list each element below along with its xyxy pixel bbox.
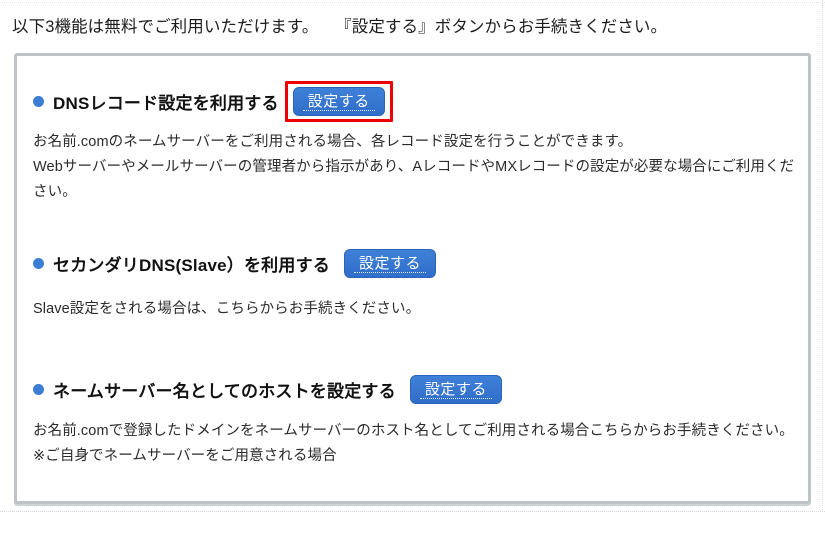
section-title: DNSレコード設定を利用する (53, 93, 279, 113)
dns-features-panel: DNSレコード設定を利用する 設定する お名前.comのネームサーバーをご利用さ… (14, 53, 811, 504)
section-description: Slave設定をされる場合は、こちらからお手続きください。 (33, 301, 421, 317)
section-description: お名前.comのネームサーバーをご利用される場合、各レコード設定を行うことができ… (33, 134, 795, 200)
dns-record-settings-button[interactable]: 設定する (292, 86, 385, 116)
bullet-circle-icon (33, 257, 44, 269)
secondary-dns-settings-button[interactable]: 設定する (343, 248, 436, 278)
section-description: お名前.comで登録したドメインをネームサーバーのホスト名としてご利用される場合… (33, 423, 794, 464)
bullet-circle-icon (33, 95, 44, 107)
settings-button-wrapper: 設定する (284, 80, 393, 122)
page-right-rule (822, 0, 823, 512)
bullet-circle-icon (33, 383, 44, 395)
section-header: セカンダリDNS(Slave）を利用する 設定する (17, 246, 808, 280)
section-header: ネームサーバー名としてのホストを設定する 設定する (17, 372, 808, 406)
page-bottom-rule (0, 511, 825, 512)
section-title: セカンダリDNS(Slave）を利用する (53, 255, 330, 275)
section-dns-record: DNSレコード設定を利用する 設定する お名前.comのネームサーバーをご利用さ… (17, 80, 808, 205)
intro-text: 以下3機能は無料でご利用いただけます。 『設定する』ボタンからお手続きください。 (12, 18, 668, 36)
page-top-rule (0, 2, 825, 3)
section-title: ネームサーバー名としてのホストを設定する (53, 381, 396, 401)
nameserver-host-settings-button[interactable]: 設定する (409, 374, 502, 404)
settings-button-wrapper: 設定する (343, 248, 436, 278)
section-secondary-dns: セカンダリDNS(Slave）を利用する 設定する Slave設定をされる場合は… (17, 246, 808, 322)
section-nameserver-host: ネームサーバー名としてのホストを設定する 設定する お名前.comで登録したドメ… (17, 372, 808, 469)
section-header: DNSレコード設定を利用する 設定する (17, 80, 808, 122)
settings-button-wrapper: 設定する (409, 374, 502, 404)
